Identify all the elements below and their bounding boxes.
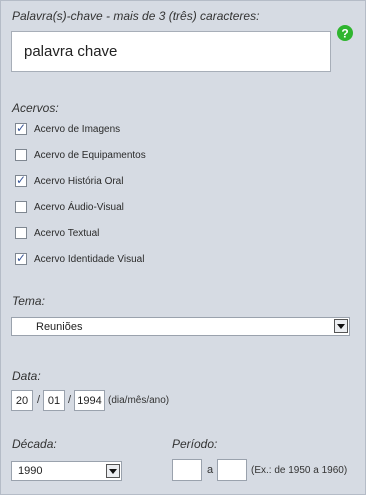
acervo-checkbox-textual[interactable] bbox=[15, 227, 27, 239]
chevron-down-icon[interactable] bbox=[334, 319, 348, 333]
svg-text:?: ? bbox=[341, 27, 348, 41]
check-icon: ✓ bbox=[16, 251, 27, 265]
acervo-checkbox-imagens[interactable]: ✓ bbox=[15, 121, 27, 135]
day-input[interactable]: 20 bbox=[11, 390, 33, 411]
decada-selected-value: 1990 bbox=[18, 465, 43, 477]
tema-selected-value: Reuniões bbox=[36, 320, 83, 333]
acervo-label: Acervo de Imagens bbox=[34, 123, 121, 135]
acervo-item-historia-oral[interactable]: ✓ Acervo História Oral bbox=[15, 173, 123, 189]
month-value: 01 bbox=[47, 394, 61, 407]
acervo-label: Acervo Identidade Visual bbox=[34, 253, 145, 265]
month-input[interactable]: 01 bbox=[43, 390, 65, 411]
acervo-checkbox-historia-oral[interactable]: ✓ bbox=[15, 173, 27, 187]
acervo-item-equipamentos[interactable]: Acervo de Equipamentos bbox=[15, 147, 146, 163]
tema-label: Tema: bbox=[12, 294, 45, 308]
acervo-checkbox-identidade-visual[interactable]: ✓ bbox=[15, 251, 27, 265]
periodo-hint: (Ex.: de 1950 a 1960) bbox=[251, 465, 348, 476]
search-panel: Palavra(s)-chave - mais de 3 (três) cara… bbox=[0, 0, 366, 495]
date-separator: / bbox=[68, 394, 72, 406]
date-format-hint: (dia/mês/ano) bbox=[108, 395, 170, 406]
year-value: 1994 bbox=[77, 394, 102, 407]
acervo-checkbox-audio-visual[interactable] bbox=[15, 201, 27, 213]
acervo-label: Acervo de Equipamentos bbox=[34, 149, 146, 161]
acervo-label: Acervo Textual bbox=[34, 227, 100, 239]
help-icon[interactable]: ? bbox=[337, 25, 353, 41]
keyword-input[interactable]: palavra chave bbox=[11, 31, 331, 72]
acervos-label: Acervos: bbox=[12, 101, 59, 115]
decada-select[interactable]: 1990 bbox=[11, 461, 122, 481]
acervo-checkbox-equipamentos[interactable] bbox=[15, 149, 27, 161]
date-separator: / bbox=[37, 394, 41, 406]
tema-select[interactable]: Reuniões bbox=[11, 317, 350, 336]
periodo-to-input[interactable] bbox=[217, 459, 247, 481]
data-label: Data: bbox=[12, 369, 41, 383]
year-input[interactable]: 1994 bbox=[74, 390, 105, 411]
acervo-label: Acervo História Oral bbox=[34, 175, 124, 187]
acervo-item-identidade-visual[interactable]: ✓ Acervo Identidade Visual bbox=[15, 251, 144, 267]
periodo-label: Período: bbox=[172, 437, 218, 451]
check-icon: ✓ bbox=[16, 121, 27, 135]
periodo-from-input[interactable] bbox=[172, 459, 202, 481]
check-icon: ✓ bbox=[16, 173, 27, 187]
acervo-label: Acervo Áudio-Visual bbox=[34, 201, 124, 213]
keyword-input-value: palavra chave bbox=[24, 43, 118, 60]
acervo-item-audio-visual[interactable]: Acervo Áudio-Visual bbox=[15, 199, 124, 215]
acervo-item-textual[interactable]: Acervo Textual bbox=[15, 225, 99, 241]
keyword-label: Palavra(s)-chave - mais de 3 (três) cara… bbox=[12, 9, 260, 23]
periodo-connector: a bbox=[207, 464, 214, 476]
day-value: 20 bbox=[15, 394, 29, 407]
acervo-item-imagens[interactable]: ✓ Acervo de Imagens bbox=[15, 121, 120, 137]
decada-label: Década: bbox=[12, 437, 57, 451]
chevron-down-icon[interactable] bbox=[106, 464, 120, 478]
